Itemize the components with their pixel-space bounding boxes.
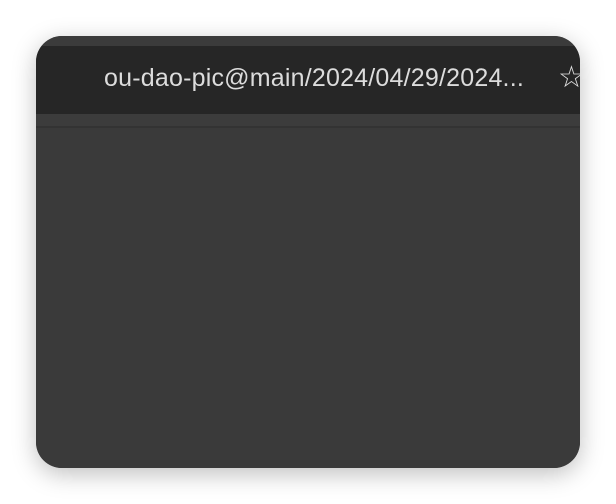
url-text[interactable]: ou-dao-pic@main/2024/04/29/2024...: [104, 64, 524, 93]
bookmark-star-icon[interactable]: ☆: [558, 61, 580, 95]
page-content: [36, 128, 580, 468]
toolbar-divider: [36, 114, 580, 128]
browser-window: ou-dao-pic@main/2024/04/29/2024... ☆: [36, 36, 580, 468]
tab-strip: [36, 36, 580, 46]
address-bar[interactable]: ou-dao-pic@main/2024/04/29/2024... ☆: [36, 46, 580, 114]
